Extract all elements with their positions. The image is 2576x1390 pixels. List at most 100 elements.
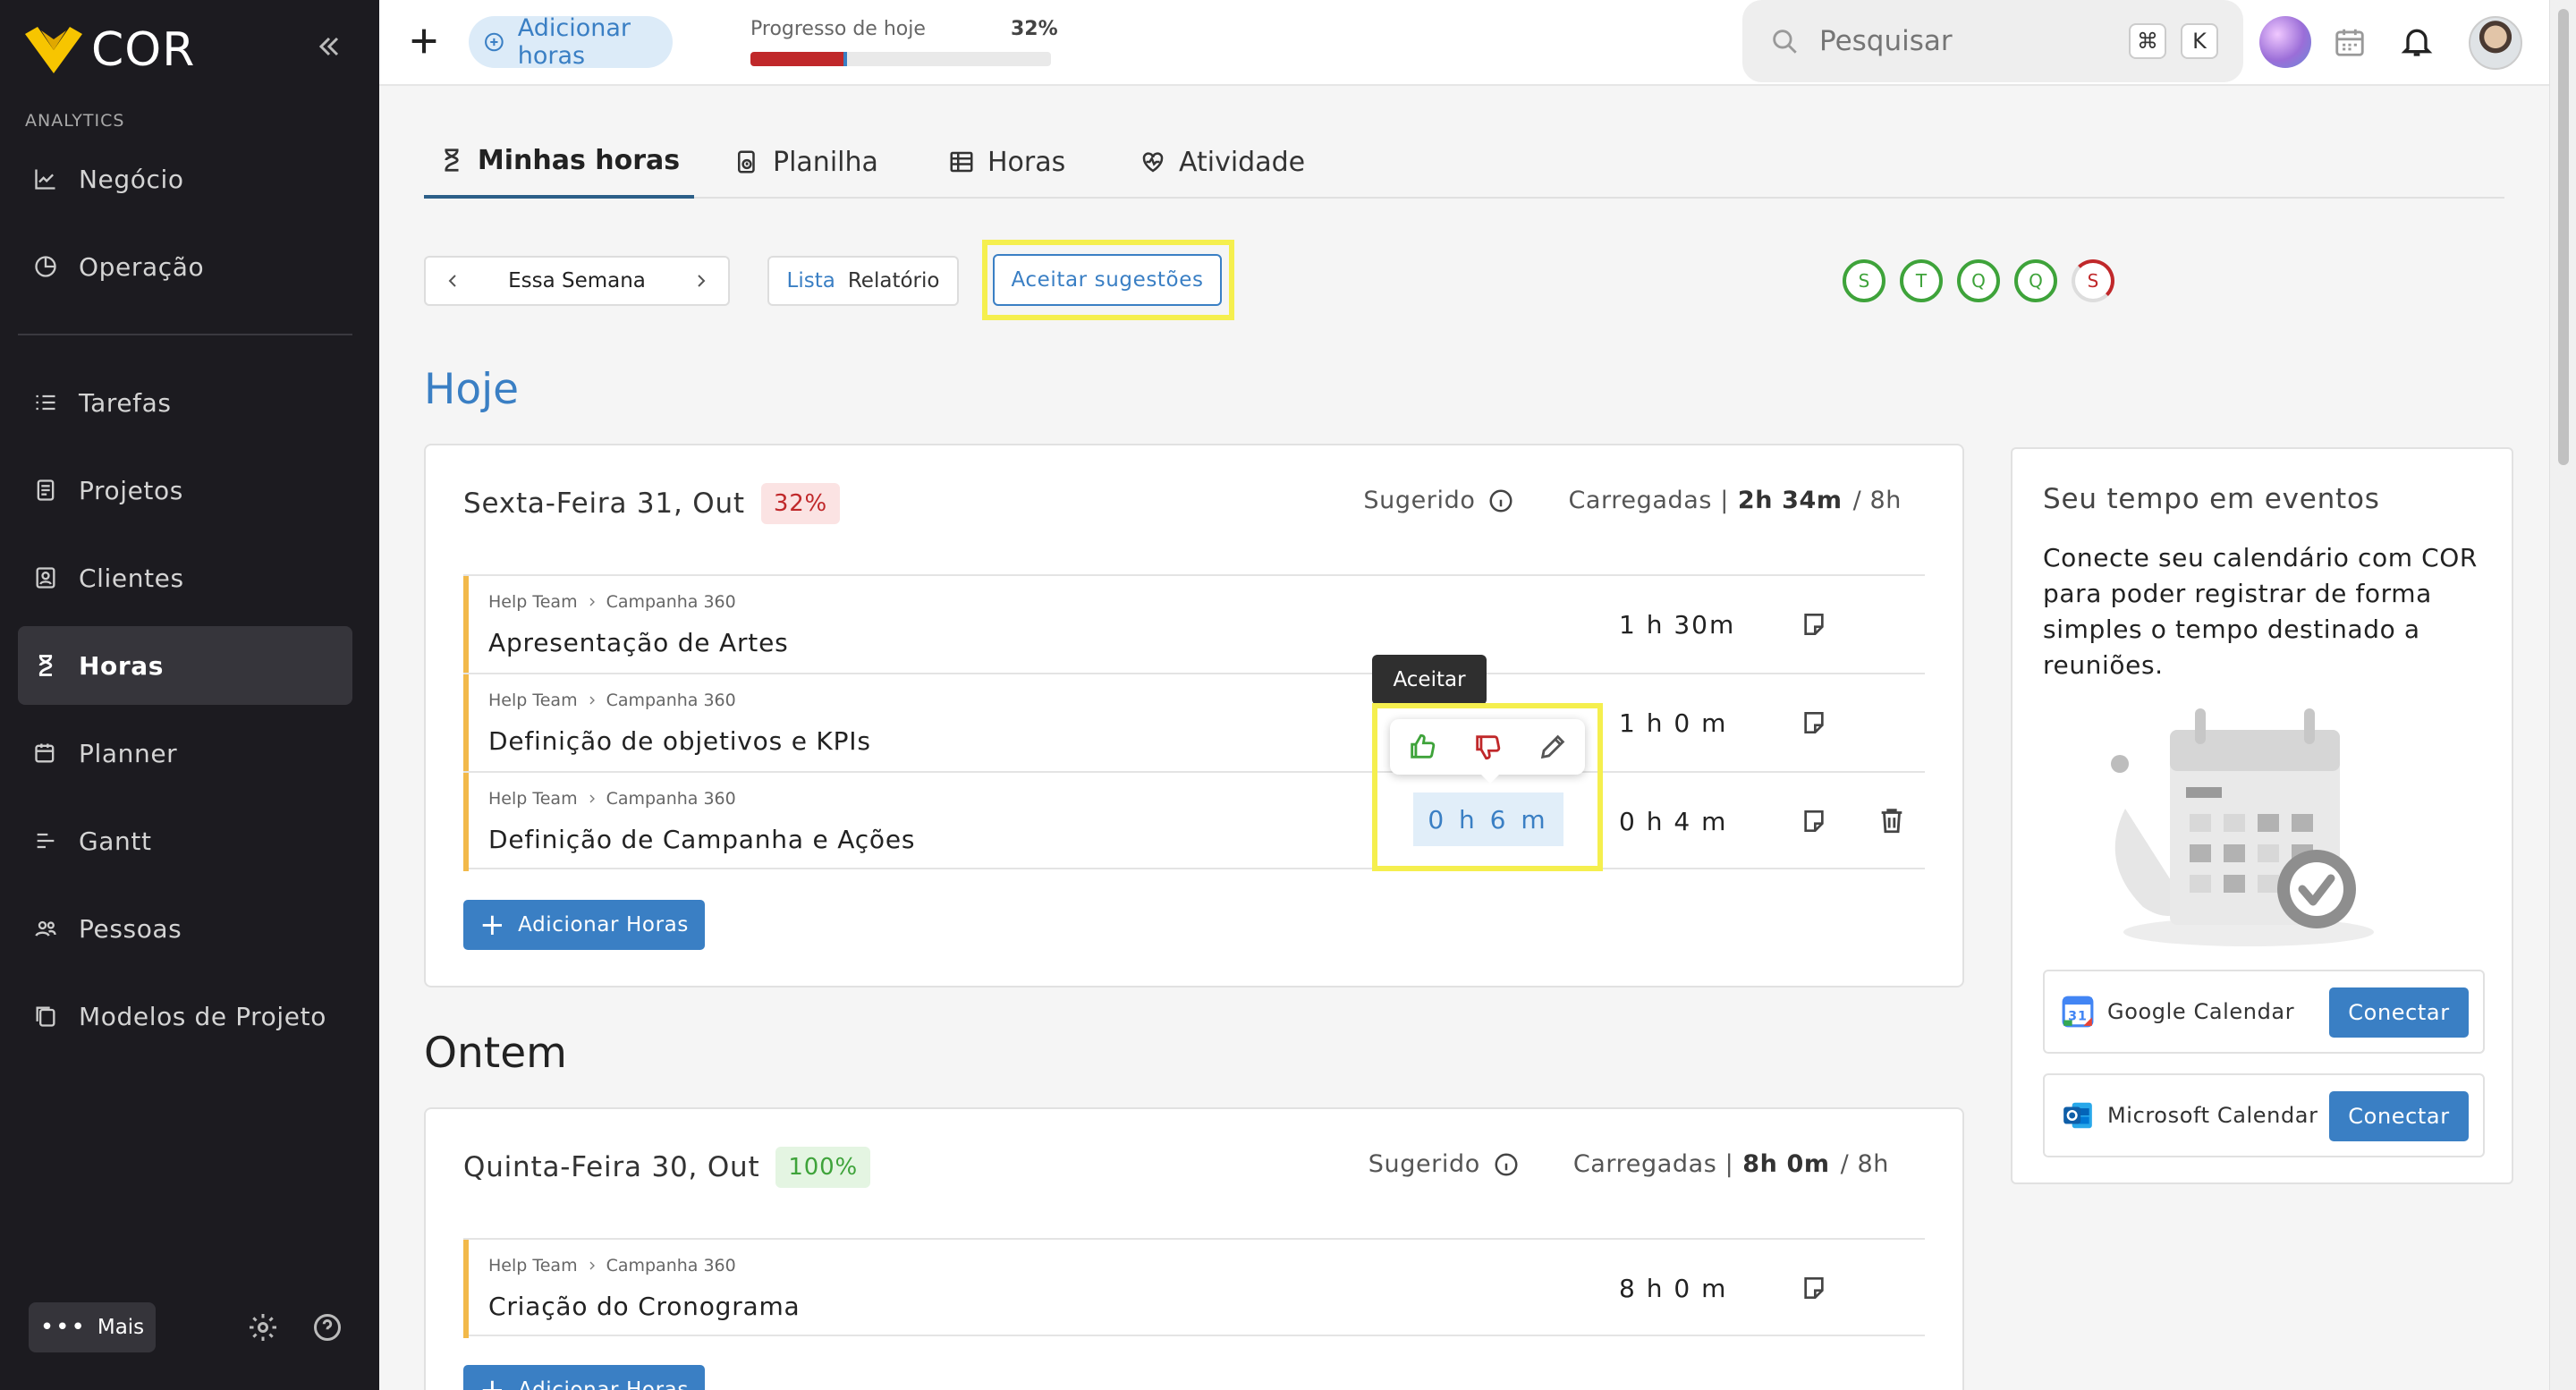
note-icon[interactable] bbox=[1800, 1274, 1828, 1302]
calendar-icon[interactable] bbox=[2333, 25, 2367, 59]
info-icon[interactable] bbox=[1493, 1151, 1520, 1178]
note-icon[interactable] bbox=[1800, 708, 1828, 737]
copy-document-icon bbox=[30, 1001, 61, 1031]
sidebar-item-modelos-de-projeto[interactable]: Modelos de Projeto bbox=[18, 977, 352, 1055]
task-breadcrumb: Help Team Campanha 360 bbox=[488, 691, 736, 710]
task-hours[interactable]: 0 h 4 m bbox=[1619, 807, 1727, 836]
sidebar-item-label: Modelos de Projeto bbox=[79, 1001, 326, 1031]
tab-horas[interactable]: Horas bbox=[948, 125, 1065, 199]
microsoft-calendar-connector: Microsoft Calendar Conectar bbox=[2043, 1073, 2485, 1157]
chevron-right-icon bbox=[589, 1261, 595, 1270]
task-row[interactable]: Help Team Campanha 360 Definição de obje… bbox=[463, 673, 1925, 773]
topbar: Adicionar horas Progresso de hoje 32% ⌘ … bbox=[379, 0, 2549, 86]
connector-name: Microsoft Calendar bbox=[2107, 1103, 2318, 1128]
sidebar-item-gantt[interactable]: Gantt bbox=[18, 801, 352, 880]
goal-value: / 8h bbox=[1852, 487, 1902, 514]
suggestion-actions bbox=[1390, 719, 1585, 775]
help-icon[interactable] bbox=[311, 1311, 343, 1343]
day-card-yesterday: Quinta-Feira 30, Out 100% Sugerido Carre… bbox=[424, 1107, 1964, 1390]
task-hours[interactable]: 8 h 0 m bbox=[1619, 1274, 1727, 1303]
tab-label: Atividade bbox=[1179, 146, 1306, 178]
sidebar-item-tarefas[interactable]: Tarefas bbox=[18, 363, 352, 442]
chevron-right-icon bbox=[589, 794, 595, 803]
task-team: Help Team bbox=[488, 592, 578, 612]
day-card-today: Sexta-Feira 31, Out 32% Sugerido Carrega… bbox=[424, 444, 1964, 987]
info-icon[interactable] bbox=[1487, 487, 1514, 514]
task-row[interactable]: Help Team Campanha 360 Criação do Cronog… bbox=[463, 1238, 1925, 1338]
suggested-label: Sugerido bbox=[1363, 487, 1476, 514]
clock-sheet-icon bbox=[738, 150, 755, 174]
note-icon[interactable] bbox=[1800, 807, 1828, 835]
sidebar-item-planner[interactable]: Planner bbox=[18, 714, 352, 792]
day-circle-quarta[interactable]: Q bbox=[1957, 259, 2000, 302]
cor-logo-mark-icon bbox=[25, 27, 82, 73]
plus-icon[interactable] bbox=[406, 23, 442, 59]
add-hours-today-button[interactable]: + Adicionar Horas bbox=[463, 900, 705, 950]
chevron-right-icon bbox=[589, 598, 595, 606]
trash-icon[interactable] bbox=[1877, 805, 1907, 835]
day-circle-terca[interactable]: T bbox=[1900, 259, 1943, 302]
google-calendar-connector: 31 Google Calendar Conectar bbox=[2043, 970, 2485, 1054]
ai-assistant-orb-icon[interactable] bbox=[2259, 16, 2311, 68]
sidebar-divider bbox=[18, 334, 352, 335]
connect-google-button[interactable]: Conectar bbox=[2329, 987, 2469, 1038]
tab-atividade[interactable]: Atividade bbox=[1140, 125, 1305, 199]
add-hours-yesterday-button[interactable]: + Adicionar Horas bbox=[463, 1365, 705, 1390]
more-label: Mais bbox=[97, 1316, 145, 1339]
add-hours-label: Adicionar Horas bbox=[518, 913, 689, 937]
more-button[interactable]: ••• Mais bbox=[29, 1302, 156, 1352]
task-name: Apresentação de Artes bbox=[488, 628, 789, 657]
user-avatar[interactable] bbox=[2469, 16, 2522, 70]
add-hours-button[interactable]: Adicionar horas bbox=[469, 14, 673, 70]
day-circle-segunda[interactable]: S bbox=[1843, 259, 1885, 302]
chevron-left-icon[interactable] bbox=[442, 270, 463, 292]
day-circle-quinta[interactable]: Q bbox=[2014, 259, 2057, 302]
tab-planilha[interactable]: Planilha bbox=[733, 125, 878, 199]
suggested-hours[interactable]: 0 h 6 m bbox=[1413, 792, 1563, 846]
gear-icon[interactable] bbox=[247, 1311, 279, 1343]
search-input[interactable] bbox=[1819, 25, 2114, 57]
accept-suggestions-button[interactable]: Aceitar sugestões bbox=[993, 254, 1222, 306]
collapse-sidebar-icon[interactable] bbox=[313, 30, 345, 63]
thumbs-up-icon[interactable] bbox=[1407, 732, 1437, 762]
google-calendar-icon: 31 bbox=[2062, 996, 2094, 1028]
heart-pulse-icon bbox=[1142, 152, 1164, 173]
task-name: Criação do Cronograma bbox=[488, 1292, 801, 1321]
cor-logo[interactable]: COR bbox=[25, 23, 195, 77]
task-breadcrumb: Help Team Campanha 360 bbox=[488, 789, 736, 809]
search-box[interactable]: ⌘ K bbox=[1742, 0, 2243, 82]
task-row[interactable]: Help Team Campanha 360 Definição de Camp… bbox=[463, 771, 1925, 871]
sidebar-item-label: Operação bbox=[79, 251, 205, 282]
tab-minhas-horas[interactable]: Minhas horas bbox=[424, 125, 694, 199]
day-percent-badge: 32% bbox=[760, 483, 841, 524]
sidebar-item-negocio[interactable]: Negócio bbox=[18, 140, 352, 218]
scrollbar-thumb[interactable] bbox=[2558, 9, 2569, 465]
hourglass-icon bbox=[30, 650, 61, 681]
task-hours[interactable]: 1 h 30m bbox=[1619, 610, 1735, 640]
contact-card-icon bbox=[30, 563, 61, 593]
view-report-option[interactable]: Relatório bbox=[848, 269, 940, 292]
day-circle-sexta[interactable]: S bbox=[2072, 259, 2114, 302]
sidebar-item-operacao[interactable]: Operação bbox=[18, 227, 352, 306]
view-list-option[interactable]: Lista bbox=[787, 269, 835, 292]
bell-icon[interactable] bbox=[2399, 23, 2435, 59]
day-header: Quinta-Feira 30, Out 100% bbox=[463, 1147, 870, 1188]
task-row[interactable]: Help Team Campanha 360 Apresentação de A… bbox=[463, 574, 1925, 674]
sidebar-item-pessoas[interactable]: Pessoas bbox=[18, 889, 352, 968]
note-icon[interactable] bbox=[1800, 610, 1828, 639]
events-panel: Seu tempo em eventos Conecte seu calendá… bbox=[2011, 447, 2513, 1184]
thumbs-down-icon[interactable] bbox=[1472, 732, 1503, 762]
hours-tabs: Minhas horas Planilha Horas Atividade bbox=[424, 125, 2504, 199]
sidebar-item-label: Planner bbox=[79, 738, 178, 768]
tab-label: Horas bbox=[987, 146, 1066, 178]
pencil-icon[interactable] bbox=[1538, 732, 1568, 762]
sidebar-item-horas[interactable]: Horas bbox=[18, 626, 352, 705]
sidebar-item-projetos[interactable]: Projetos bbox=[18, 451, 352, 530]
task-hours[interactable]: 1 h 0 m bbox=[1619, 708, 1727, 738]
connect-microsoft-button[interactable]: Conectar bbox=[2329, 1091, 2469, 1141]
task-name: Definição de objetivos e KPIs bbox=[488, 726, 871, 756]
progress-value: 32% bbox=[1011, 18, 1058, 40]
chevron-right-icon[interactable] bbox=[691, 270, 712, 292]
sidebar-item-clientes[interactable]: Clientes bbox=[18, 538, 352, 617]
page-scrollbar[interactable] bbox=[2549, 0, 2576, 1390]
